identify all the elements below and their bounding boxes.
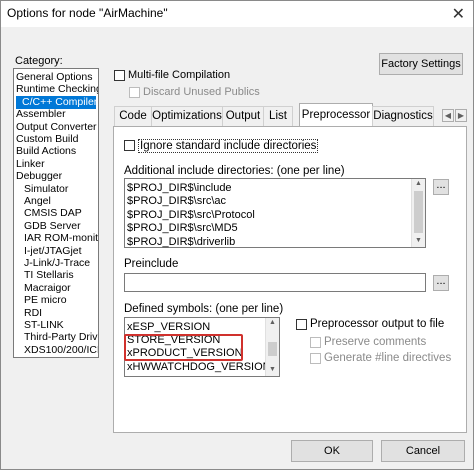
preserve-comments-label: Preserve comments [324, 336, 427, 348]
include-scrollbar[interactable]: ▲ ▼ [411, 179, 425, 247]
preinclude-label: Preinclude [124, 258, 179, 270]
preprocessor-panel: Ignore standard include directories Addi… [113, 126, 467, 433]
category-item[interactable]: CMSIS DAP [24, 207, 82, 220]
category-item[interactable]: RDI [24, 307, 42, 320]
defined-symbol-line: xESP_VERSION [127, 321, 211, 333]
scroll-thumb[interactable] [414, 191, 423, 233]
scroll-up-icon[interactable]: ▲ [269, 319, 276, 326]
include-dir-line: $PROJ_DIR$\src\Protocol [127, 208, 255, 221]
tab-scroll-right-icon[interactable]: ▶ [455, 109, 467, 122]
discard-label: Discard Unused Publics [143, 86, 260, 98]
category-item[interactable]: Runtime Checking [16, 83, 98, 96]
highlight-annotation [124, 334, 243, 361]
category-item[interactable]: ST-LINK [24, 319, 64, 332]
cancel-button[interactable]: Cancel [381, 440, 465, 462]
ignore-std-checkbox[interactable] [124, 140, 135, 151]
scroll-thumb[interactable] [268, 342, 277, 356]
include-dir-line: $PROJ_DIR$\src\MD5 [127, 222, 238, 235]
category-item[interactable]: Simulator [24, 183, 68, 196]
defined-symbol-line: xHWWATCHDOG_VERSION [127, 360, 271, 373]
category-item[interactable]: Linker [16, 158, 45, 171]
factory-settings-button[interactable]: Factory Settings [379, 53, 463, 75]
category-item[interactable]: GDB Server [24, 220, 81, 233]
ignore-std-label: Ignore standard include directories [138, 139, 319, 153]
preinclude-field[interactable] [124, 273, 426, 292]
scroll-down-icon[interactable]: ▼ [415, 237, 422, 244]
category-list[interactable]: General Options Runtime Checking C/C++ Com… [13, 68, 99, 358]
include-dir-line: $PROJ_DIR$\src\ac [127, 195, 227, 208]
preproc-output-checkbox[interactable] [296, 319, 307, 330]
include-dir-line: $PROJ_DIR$\driverlib [127, 235, 236, 248]
category-item[interactable]: Custom Build [16, 133, 78, 146]
category-label: Category: [15, 55, 63, 67]
options-dialog: Options for node "AirMachine" ✕ Category… [0, 0, 474, 470]
category-item[interactable]: Angel [24, 195, 51, 208]
category-item[interactable]: Build Actions [16, 145, 76, 158]
category-item[interactable]: TI Stellaris [24, 269, 74, 282]
include-dirs-textarea[interactable]: $PROJ_DIR$\include $PROJ_DIR$\src\ac $PROJ… [124, 178, 426, 248]
category-item[interactable]: IAR ROM-monitor [24, 232, 98, 245]
tab-code[interactable]: Code [114, 106, 152, 126]
generate-line-checkbox[interactable] [310, 353, 321, 364]
multifile-checkbox[interactable] [114, 70, 125, 81]
preinclude-browse-button[interactable]: ... [433, 275, 449, 291]
category-item[interactable]: J-Link/J-Trace [24, 257, 90, 270]
category-item[interactable]: XDS100/200/ICDI [24, 344, 98, 357]
window-title: Options for node "AirMachine" [7, 6, 168, 20]
category-item[interactable]: I-jet/JTAGjet [24, 245, 82, 258]
close-icon[interactable]: ✕ [452, 4, 465, 24]
scroll-down-icon[interactable]: ▼ [269, 366, 276, 373]
tab-scroll-left-icon[interactable]: ◀ [442, 109, 454, 122]
include-dir-line: $PROJ_DIR$\include [127, 182, 232, 194]
category-item[interactable]: C/C++ Compiler [16, 95, 97, 109]
tab-optimizations[interactable]: Optimizations [151, 106, 223, 126]
tab-diagnostics[interactable]: Diagnostics [372, 106, 434, 126]
include-dirs-label: Additional include directories: (one per… [124, 165, 345, 177]
include-browse-button[interactable]: ... [433, 179, 449, 195]
category-item[interactable]: Debugger [16, 170, 62, 183]
title-bar: Options for node "AirMachine" ✕ [1, 1, 473, 27]
category-item[interactable]: General Options [16, 71, 92, 84]
tab-preprocessor[interactable]: Preprocessor [299, 103, 373, 127]
category-item[interactable]: Assembler [16, 108, 66, 121]
category-item[interactable]: Output Converter [16, 121, 97, 134]
tab-list[interactable]: List [263, 106, 293, 126]
category-item[interactable]: Third-Party Driver [24, 331, 98, 344]
ok-button[interactable]: OK [291, 440, 373, 462]
tab-output[interactable]: Output [222, 106, 264, 126]
scroll-up-icon[interactable]: ▲ [415, 180, 422, 187]
multifile-label: Multi-file Compilation [128, 69, 231, 81]
defined-symbols-label: Defined symbols: (one per line) [124, 303, 284, 315]
category-item[interactable]: Macraigor [24, 282, 71, 295]
preserve-comments-checkbox[interactable] [310, 337, 321, 348]
category-item[interactable]: PE micro [24, 294, 67, 307]
preproc-output-label: Preprocessor output to file [310, 318, 445, 330]
discard-checkbox[interactable] [129, 87, 140, 98]
defined-scrollbar[interactable]: ▲ ▼ [265, 318, 279, 376]
generate-line-label: Generate #line directives [324, 352, 452, 364]
